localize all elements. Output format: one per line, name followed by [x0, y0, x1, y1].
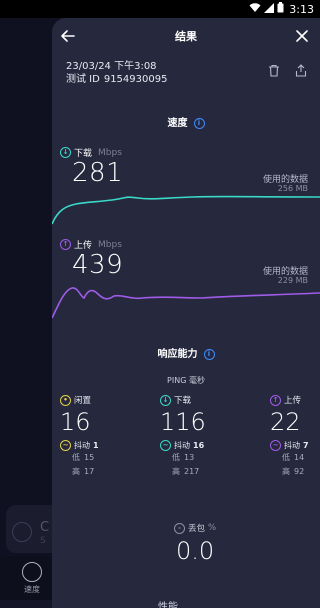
ping-label: PING 毫秒 [167, 376, 205, 385]
ping-idle-high: 17 [84, 467, 95, 476]
jitter-label: 抖动 [174, 441, 190, 450]
responsiveness-section-title: 响应能力 i [52, 345, 320, 360]
upload-unit: Mbps [98, 239, 122, 250]
ping-idle-low: 15 [84, 453, 95, 462]
responsiveness-label: 响应能力 [157, 349, 198, 360]
ping-download-jitter: 16 [193, 441, 205, 450]
page-title: 结果 [175, 30, 197, 43]
download-unit: Mbps [98, 147, 122, 158]
test-datetime: 23/03/24 下午3:08 [66, 61, 157, 72]
packet-loss-label: - 丢包 % [174, 522, 216, 534]
test-id-value: 9154930095 [103, 74, 168, 85]
speed-section-title: 速度 i [52, 114, 320, 129]
wifi-icon [249, 2, 261, 16]
packet-loss-text: 丢包 [188, 524, 206, 534]
ping-download-column: ↓ 下载 116 ~ 抖动 16 低 13 高 217 [160, 394, 230, 479]
upload-arrow-icon: ↑ [270, 394, 281, 406]
high-label: 高 [282, 467, 290, 476]
speedometer-icon[interactable] [22, 562, 42, 582]
download-speed-graph [52, 195, 320, 225]
ping-upload-label: 上传 [284, 396, 302, 406]
ping-upload-jitter: 7 [303, 441, 309, 450]
jitter-label: 抖动 [74, 441, 90, 450]
download-arrow-icon: ↓ [160, 394, 171, 406]
test-meta: 23/03/24 下午3:08 测试 ID 9154930095 [66, 60, 167, 86]
ping-download-high: 217 [184, 467, 200, 476]
idle-icon: • [60, 394, 71, 406]
background-card-title: C [40, 520, 50, 535]
close-icon [296, 30, 308, 42]
packet-loss-icon: - [174, 522, 185, 534]
share-icon [295, 64, 307, 77]
signal-icon [264, 2, 275, 16]
ping-idle-column: • 闲置 16 ~ 抖动 1 低 15 高 17 [60, 394, 130, 479]
trash-icon [269, 64, 279, 77]
jitter-label: 抖动 [284, 441, 300, 450]
battery-icon [277, 2, 284, 16]
info-icon[interactable]: i [203, 348, 215, 360]
upload-speed-value: 439 [72, 250, 124, 280]
speed-section-label: 速度 [167, 118, 188, 129]
upload-arrow-icon: ↑ [60, 239, 71, 250]
jitter-icon: ~ [270, 440, 281, 451]
ping-download-value: 116 [160, 408, 206, 436]
ping-upload-value: 22 [270, 408, 301, 436]
test-id-label: 测试 ID [66, 74, 100, 85]
clock: 3:13 [289, 2, 314, 16]
high-label: 高 [72, 467, 80, 476]
high-label: 高 [172, 467, 180, 476]
ping-download-label: 下载 [174, 396, 192, 406]
ping-upload-column: ↑ 上传 22 ~ 抖动 7 低 14 高 92 [270, 394, 320, 479]
background-card-sub: S [40, 536, 46, 546]
packet-loss-value: 0.0 [176, 537, 215, 565]
nav-speed-label[interactable]: 速度 [24, 584, 40, 595]
results-panel: 结果 23/03/24 下午3:08 测试 ID 9154930095 速度 i ↓… [52, 18, 320, 608]
ping-idle-jitter: 1 [93, 441, 99, 450]
low-label: 低 [72, 453, 80, 462]
low-label: 低 [172, 453, 180, 462]
delete-button[interactable] [268, 62, 282, 77]
upload-speed-graph [52, 287, 320, 319]
jitter-icon: ~ [60, 440, 71, 451]
background-wifi-icon [12, 522, 32, 542]
ping-download-low: 13 [184, 453, 195, 462]
ping-idle-value: 16 [60, 408, 91, 436]
low-label: 低 [282, 453, 290, 462]
status-bar: 3:13 [0, 0, 320, 18]
top-bar: 结果 [52, 18, 320, 54]
share-button[interactable] [295, 62, 309, 77]
ping-upload-low: 14 [294, 453, 305, 462]
packet-loss-unit: % [208, 523, 217, 533]
ping-upload-high: 92 [294, 467, 305, 476]
info-icon[interactable]: i [193, 117, 205, 129]
download-arrow-icon: ↓ [60, 147, 71, 158]
jitter-icon: ~ [160, 440, 171, 451]
ping-idle-label: 闲置 [74, 396, 92, 406]
close-button[interactable] [292, 26, 312, 46]
